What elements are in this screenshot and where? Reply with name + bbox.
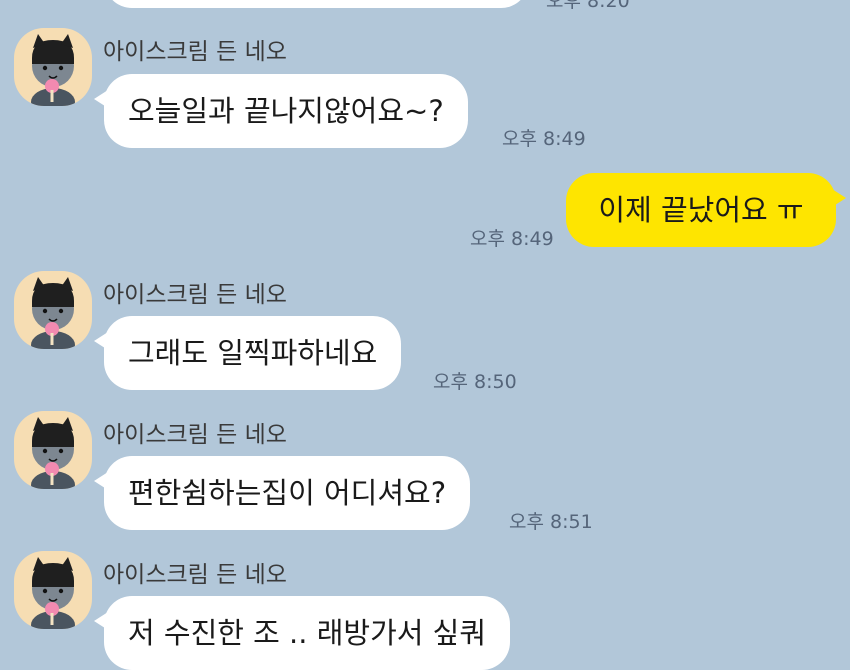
neo-icecream-avatar-icon	[31, 277, 75, 349]
message-time: 오후 8:51	[509, 511, 593, 533]
sender-name: 아이스크림 든 네오	[103, 422, 287, 448]
avatar[interactable]	[14, 271, 92, 349]
message-bubble[interactable]: 그래도 일찍파하네요	[93, 316, 402, 390]
message-time: 오후 8:20	[546, 0, 630, 12]
avatar[interactable]	[14, 28, 92, 106]
neo-icecream-avatar-icon	[31, 557, 75, 629]
message-bubble[interactable]: 편한쉼하는집이 어디셔요?	[93, 456, 471, 530]
neo-icecream-avatar-icon	[31, 34, 75, 106]
sender-name: 아이스크림 든 네오	[103, 282, 287, 308]
sender-name: 아이스크림 든 네오	[103, 562, 287, 588]
message-bubble[interactable]: 오늘일과 끝나지않어요~?	[94, 74, 468, 148]
avatar[interactable]	[14, 551, 92, 629]
message-time: 오후 8:49	[502, 128, 586, 150]
sender-name: 아이스크림 든 네오	[103, 39, 287, 65]
message-bubble-outgoing[interactable]: 이제 끝났어요 ㅠ	[566, 173, 846, 247]
avatar[interactable]	[14, 411, 92, 489]
message-bubble[interactable]: 저 수진한 조 .. 래방가서 싶쿼	[93, 596, 511, 670]
message-time: 오후 8:50	[433, 371, 517, 393]
message-bubble-partial[interactable]	[104, 0, 529, 8]
message-time: 오후 8:49	[470, 228, 554, 250]
neo-icecream-avatar-icon	[31, 417, 75, 489]
